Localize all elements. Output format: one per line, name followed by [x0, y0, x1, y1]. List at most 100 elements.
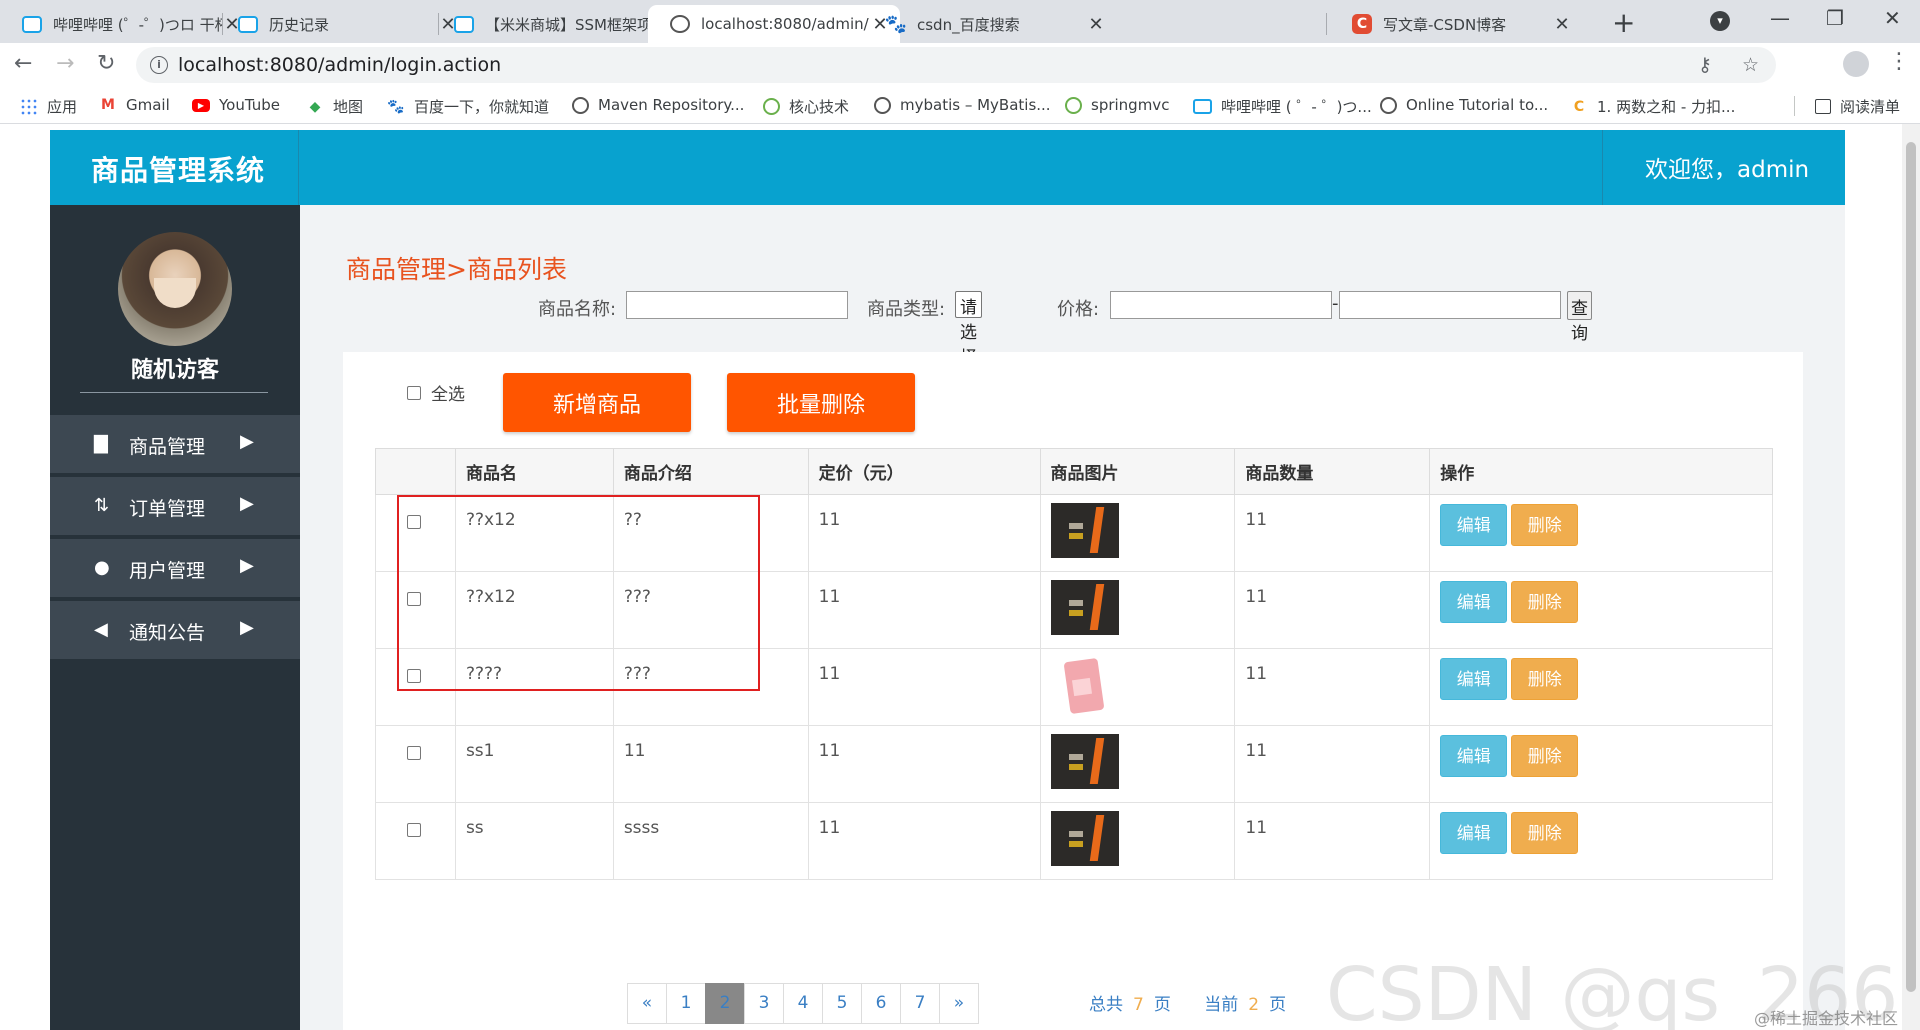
bookmark-springmvc[interactable]: springmvc [1065, 96, 1169, 114]
back-icon[interactable]: ← [14, 51, 32, 76]
browser-tab-active[interactable]: localhost:8080/admin/log ✕ [648, 5, 900, 43]
profile-avatar-icon[interactable] [1843, 51, 1869, 77]
goods-qty: 11 [1234, 648, 1431, 726]
select-all[interactable]: 全选 [407, 380, 465, 405]
edit-button[interactable]: 编辑 [1440, 504, 1508, 546]
sidebar-item-orders[interactable]: ⇅ 订单管理 ▶ [50, 477, 300, 537]
reload-icon[interactable]: ↻ [97, 51, 115, 76]
reading-list-icon [1815, 99, 1831, 114]
type-select[interactable]: 请选择 ⌄ [955, 291, 982, 388]
key-icon[interactable]: ⚷ [1698, 54, 1712, 76]
row-checkbox[interactable] [407, 746, 421, 760]
query-button[interactable]: 查询 [1567, 291, 1592, 344]
browser-tab[interactable]: 🐾 csdn_百度搜索 ✕ [864, 5, 1116, 43]
browser-tab[interactable]: 历史记录 ✕ [216, 5, 468, 43]
window-close-icon[interactable]: ✕ [1884, 6, 1901, 30]
bookmark-maps[interactable]: ◆ 地图 [306, 96, 363, 117]
actions-cell: 编辑 删除 [1429, 802, 1773, 880]
browser-tab[interactable]: 【米米商城】SSM框架项目 ✕ [432, 5, 684, 43]
close-icon[interactable]: ✕ [1086, 14, 1106, 35]
user-icon: ● [94, 557, 110, 578]
reading-list[interactable]: 阅读清单 [1815, 96, 1900, 117]
edit-button[interactable]: 编辑 [1440, 812, 1508, 854]
url-text[interactable]: localhost:8080/admin/login.action [178, 54, 501, 76]
sidebar-item-users[interactable]: ● 用户管理 ▶ [50, 539, 300, 599]
sidebar-item-notices[interactable]: ◀ 通知公告 ▶ [50, 601, 300, 661]
sidebar-item-label: 用户管理 [129, 560, 206, 582]
sidebar-item-label: 商品管理 [129, 436, 206, 458]
scrollbar-thumb[interactable] [1906, 142, 1916, 992]
delete-button[interactable]: 删除 [1511, 735, 1579, 777]
bookmark-apps[interactable]: 应用 [20, 96, 77, 117]
goods-price: 11 [807, 725, 1041, 803]
browser-tab[interactable]: C 写文章-CSDN博客 ✕ [1330, 5, 1582, 43]
goods-image [1050, 811, 1119, 866]
app-header: 商品管理系统 欢迎您，admin [50, 130, 1845, 207]
page-link[interactable]: 7 [900, 983, 940, 1024]
delete-button[interactable]: 删除 [1511, 812, 1579, 854]
star-icon[interactable]: ☆ [1742, 54, 1759, 76]
row-checkbox[interactable] [407, 592, 421, 606]
bookmark-gmail[interactable]: M Gmail [99, 96, 170, 114]
page-link[interactable]: 3 [744, 983, 784, 1024]
page-link[interactable]: 4 [783, 983, 823, 1024]
sidebar-item-goods[interactable]: ▇ 商品管理 ▶ [50, 415, 300, 475]
bookmark-mybatis[interactable]: mybatis – MyBatis... [874, 96, 1051, 114]
name-input[interactable] [626, 291, 848, 319]
new-tab-icon[interactable]: + [1612, 6, 1635, 39]
edit-button[interactable]: 编辑 [1440, 735, 1508, 777]
row-checkbox[interactable] [407, 823, 421, 837]
info-icon[interactable]: i [150, 56, 168, 74]
row-checkbox[interactable] [407, 669, 421, 683]
goods-image-cell [1039, 725, 1236, 803]
tab-title: 写文章-CSDN博客 [1383, 15, 1507, 34]
add-goods-button[interactable]: 新增商品 [503, 373, 691, 432]
bookmark-youtube[interactable]: ▶ YouTube [192, 96, 280, 114]
avatar [118, 232, 232, 346]
baidu-icon: 🐾 [387, 98, 405, 115]
price-min-input[interactable] [1110, 291, 1332, 319]
bookmark-maven[interactable]: Maven Repository... [572, 96, 744, 114]
page-link[interactable]: 6 [861, 983, 901, 1024]
delete-button[interactable]: 删除 [1511, 658, 1579, 700]
edit-button[interactable]: 编辑 [1440, 581, 1508, 623]
row-checkbox[interactable] [407, 515, 421, 529]
tab-search-icon[interactable]: ▾ [1710, 11, 1730, 31]
column-header: 操作 [1429, 448, 1773, 495]
delete-button[interactable]: 删除 [1511, 581, 1579, 623]
page-next[interactable]: » [939, 983, 979, 1024]
browser-tab[interactable]: 哔哩哔哩 (゜-゜)つロ 干杯~ ✕ [0, 5, 252, 43]
book-icon: ▇ [94, 433, 108, 454]
page-prev[interactable]: « [627, 983, 667, 1024]
sidebar-item-label: 通知公告 [129, 622, 206, 644]
close-icon[interactable]: ✕ [1552, 14, 1572, 35]
page-link[interactable]: 1 [666, 983, 706, 1024]
bookmark-core-tech[interactable]: 核心技术 [763, 96, 849, 117]
page-info: 总共 7 页 当前 2 页 [1089, 990, 1286, 1015]
page-scrollbar[interactable] [1902, 124, 1920, 1030]
row-select-cell [375, 571, 456, 649]
sidebar: 随机访客 ▇ 商品管理 ▶ ⇅ 订单管理 ▶ ● 用户管理 ▶ ◀ 通知公告 ▶ [50, 205, 300, 1030]
more-menu-icon[interactable]: ⋮ [1888, 49, 1910, 74]
price-max-input[interactable] [1339, 291, 1561, 319]
select-all-checkbox[interactable] [407, 385, 421, 400]
goods-intro: ssss [612, 802, 809, 880]
leetcode-icon: C [1573, 98, 1585, 115]
goods-image-cell [1039, 494, 1236, 572]
delete-button[interactable]: 删除 [1511, 504, 1579, 546]
page-link[interactable]: 5 [822, 983, 862, 1024]
page-link-current[interactable]: 2 [705, 983, 745, 1024]
edit-button[interactable]: 编辑 [1440, 658, 1508, 700]
goods-image [1050, 503, 1119, 558]
bookmark-tutorial[interactable]: Online Tutorial to... [1380, 96, 1548, 114]
omnibox[interactable]: i localhost:8080/admin/login.action ☆ ⚷ [136, 47, 1776, 83]
restore-icon[interactable]: ❐ [1826, 6, 1844, 30]
reading-list-label: 阅读清单 [1840, 98, 1901, 116]
forward-icon[interactable]: → [56, 51, 74, 76]
bookmark-bilibili[interactable]: 哔哩哔哩 ( ゜- ゜)つ... [1193, 96, 1372, 117]
minimize-icon[interactable]: — [1770, 6, 1790, 30]
batch-delete-button[interactable]: 批量删除 [727, 373, 915, 432]
goods-qty: 11 [1234, 802, 1431, 880]
bookmark-baidu[interactable]: 🐾 百度一下，你就知道 [387, 96, 549, 117]
bookmark-leetcode[interactable]: C 1. 两数之和 - 力扣... [1570, 96, 1735, 117]
